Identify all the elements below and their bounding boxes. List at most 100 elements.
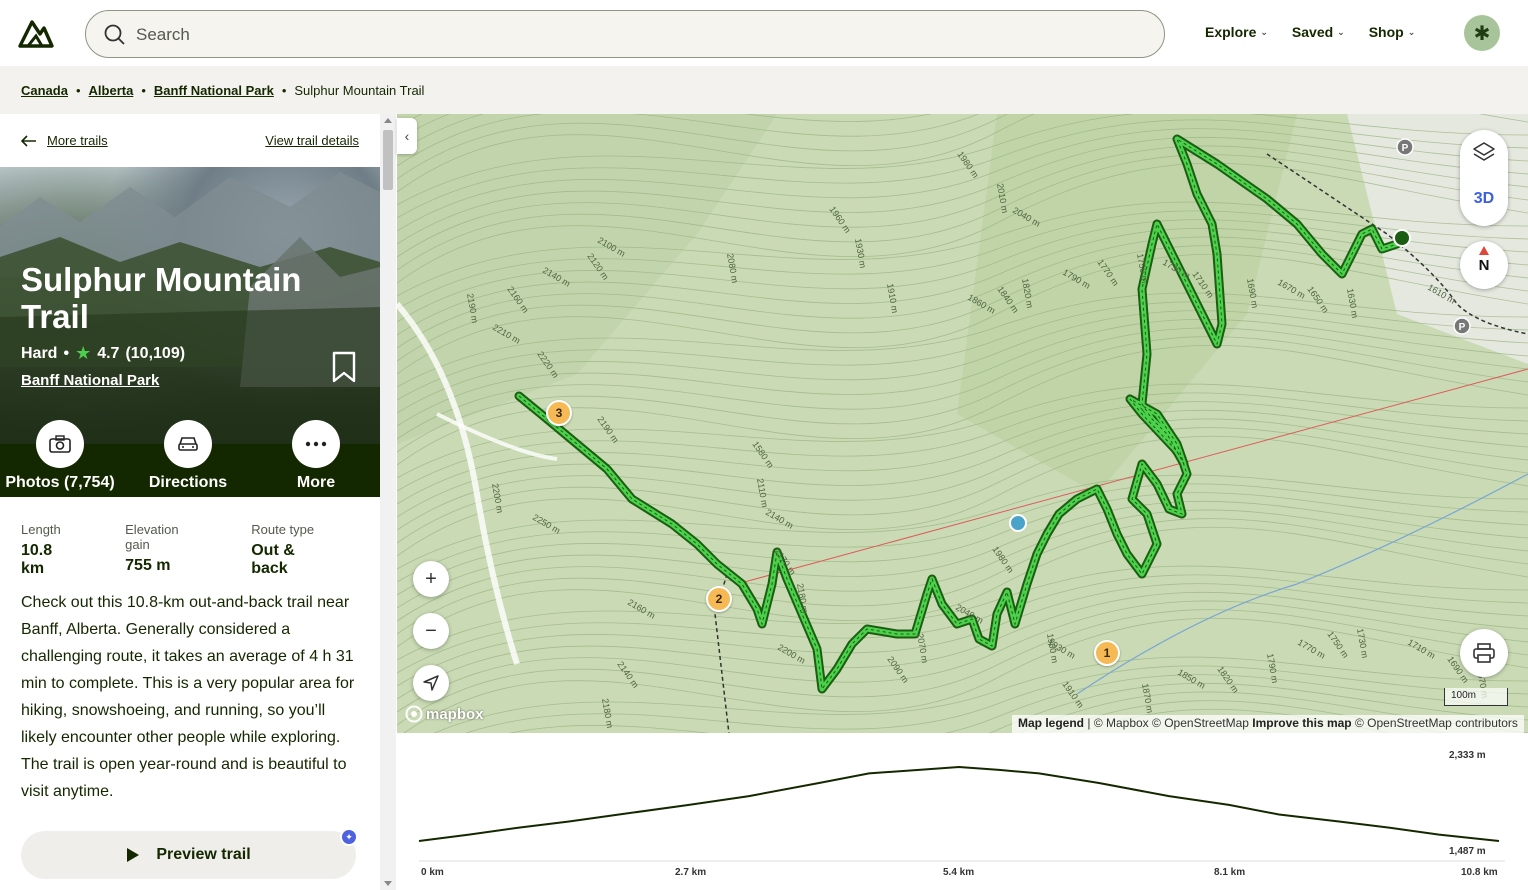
directions-label: Directions bbox=[148, 474, 228, 491]
nav-saved[interactable]: Saved ⌄ bbox=[1292, 24, 1345, 40]
trail-description: Check out this 10.8-km out-and-back trai… bbox=[21, 594, 355, 800]
top-navigation: Explore⌄ Saved⌄ Shop⌄ ✱ bbox=[0, 0, 1528, 66]
nav-explore[interactable]: Explore ⌄ bbox=[1205, 24, 1268, 40]
nav-saved-label: Saved bbox=[1291, 24, 1334, 40]
breadcrumb-separator: • bbox=[281, 82, 287, 98]
3d-toggle-button[interactable]: 3D bbox=[1460, 190, 1508, 208]
x-tick-2: 5.4 km bbox=[943, 867, 975, 878]
scroll-thumb[interactable] bbox=[383, 130, 393, 190]
svg-text:P: P bbox=[1402, 143, 1409, 154]
location-dot bbox=[1009, 514, 1027, 532]
chevron-down-icon: ⌄ bbox=[1337, 26, 1345, 37]
waypoint-marker-1[interactable]: 1 bbox=[1094, 640, 1120, 666]
elevation-min-label: 1,487 m bbox=[1449, 846, 1486, 857]
print-button[interactable] bbox=[1460, 629, 1508, 677]
compass-label: N bbox=[1478, 257, 1490, 274]
stat-elevation-label: Elevation gain bbox=[125, 522, 179, 552]
breadcrumb-alberta[interactable]: Alberta bbox=[89, 83, 134, 98]
stat-elevation: Elevation gain 755 m bbox=[125, 522, 203, 578]
compass-needle-icon bbox=[1479, 246, 1489, 255]
breadcrumb-separator: • bbox=[141, 82, 146, 98]
map-style-controls: 3D bbox=[1460, 130, 1508, 226]
directions-button[interactable]: Directions bbox=[128, 420, 248, 492]
printer-icon bbox=[1473, 643, 1495, 663]
preview-trail-button[interactable]: Preview trail bbox=[21, 831, 356, 879]
x-tick-0: 0 km bbox=[421, 867, 444, 878]
collapse-panel-button[interactable]: ‹ bbox=[397, 118, 417, 154]
park-link[interactable]: Banff National Park bbox=[21, 372, 159, 389]
mapbox-attribution[interactable]: © Mapbox bbox=[1094, 716, 1149, 730]
x-tick-3: 8.1 km bbox=[1214, 867, 1246, 878]
more-button[interactable]: More bbox=[256, 420, 376, 492]
scroll-down-icon[interactable] bbox=[384, 881, 392, 886]
review-count[interactable]: (10,109) bbox=[125, 345, 185, 363]
stat-length-value: 10.8 km bbox=[21, 542, 53, 577]
zoom-out-button[interactable]: − bbox=[413, 613, 449, 649]
x-tick-1: 2.7 km bbox=[675, 867, 707, 878]
improve-map-link[interactable]: Improve this map bbox=[1252, 716, 1351, 730]
nav-explore-label: Explore bbox=[1205, 24, 1257, 40]
breadcrumb-current: Sulphur Mountain Trail bbox=[294, 82, 425, 98]
elevation-profile[interactable]: 2,333 m 1,487 m 0 km 2.7 km 5.4 km 8.1 k… bbox=[397, 733, 1528, 890]
view-trail-details-link[interactable]: View trail details bbox=[265, 133, 359, 148]
breadcrumb-banff[interactable]: Banff National Park bbox=[154, 83, 274, 98]
scroll-up-icon[interactable] bbox=[384, 118, 392, 123]
mapbox-logo[interactable]: mapbox bbox=[405, 705, 484, 723]
chevron-down-icon: ⌄ bbox=[1260, 26, 1268, 37]
chevron-down-icon: ⌄ bbox=[1407, 26, 1416, 37]
stat-length-label: Length bbox=[21, 522, 61, 537]
locate-me-button[interactable] bbox=[413, 665, 449, 701]
stat-length: Length 10.8 km bbox=[21, 522, 77, 578]
panel-scrollbar[interactable] bbox=[380, 114, 396, 890]
mapbox-label: mapbox bbox=[426, 705, 484, 723]
compass-button[interactable]: N bbox=[1460, 241, 1508, 289]
search-input[interactable] bbox=[136, 23, 1036, 47]
nav-shop-label: Shop bbox=[1368, 24, 1404, 40]
plus-badge-icon: ✦ bbox=[340, 828, 358, 846]
user-avatar[interactable]: ✱ bbox=[1464, 15, 1500, 51]
photos-button[interactable]: Photos (7,754) bbox=[0, 420, 120, 492]
chevron-left-icon: ‹ bbox=[404, 128, 410, 144]
search-bar[interactable] bbox=[85, 10, 1165, 58]
mapbox-icon bbox=[405, 705, 423, 723]
trail-map[interactable]: P P 1980 m 2010 m 2040 m 1960 m 1930 m 2100 m… bbox=[397, 114, 1528, 733]
osm-contributors[interactable]: © OpenStreetMap contributors bbox=[1355, 716, 1518, 730]
stat-elevation-value: 755 m bbox=[125, 557, 171, 574]
zoom-in-button[interactable]: + bbox=[413, 561, 449, 597]
nav-shop[interactable]: Shop ⌄ bbox=[1369, 24, 1416, 40]
x-tick-4: 10.8 km bbox=[1461, 867, 1498, 878]
alltrails-logo-icon[interactable] bbox=[18, 18, 54, 48]
waypoint-marker-2[interactable]: 2 bbox=[706, 586, 732, 612]
meta-separator: • bbox=[63, 344, 70, 362]
elevation-line bbox=[418, 765, 1500, 842]
stat-route-type-label: Route type bbox=[251, 522, 315, 537]
elevation-max-label: 2,333 m bbox=[1449, 750, 1486, 761]
svg-text:P: P bbox=[1459, 322, 1466, 333]
osm-attribution[interactable]: © OpenStreetMap bbox=[1152, 716, 1249, 730]
layers-icon[interactable] bbox=[1472, 140, 1496, 164]
minus-icon: − bbox=[425, 619, 437, 642]
trail-title: Sulphur Mountain Trail bbox=[21, 261, 302, 335]
breadcrumb-separator: • bbox=[75, 82, 81, 98]
car-icon bbox=[178, 437, 198, 451]
breadcrumb: Canada • Alberta • Banff National Park •… bbox=[0, 66, 1528, 114]
breadcrumb-canada[interactable]: Canada bbox=[21, 83, 68, 98]
plus-icon: + bbox=[425, 567, 437, 590]
navigation-arrow-icon bbox=[423, 675, 439, 691]
more-icon bbox=[305, 441, 327, 447]
star-icon: ★ bbox=[75, 343, 92, 363]
arrow-left-icon bbox=[21, 134, 36, 147]
rating-value: 4.7 bbox=[97, 344, 120, 362]
photos-label: Photos (7,754) bbox=[5, 474, 115, 491]
stat-route-type: Route type Out & back bbox=[251, 522, 332, 578]
more-trails-link[interactable]: More trails bbox=[21, 133, 108, 148]
more-trails-label: More trails bbox=[47, 133, 108, 148]
map-legend-link[interactable]: Map legend bbox=[1018, 716, 1084, 730]
action-bar: Photos (7,754) Directions More bbox=[0, 420, 380, 497]
stat-route-type-value: Out & back bbox=[251, 542, 295, 577]
waypoint-marker-3[interactable]: 3 bbox=[546, 400, 572, 426]
trail-meta: Hard • ★ 4.7 (10,109) bbox=[21, 343, 185, 364]
more-label: More bbox=[296, 474, 336, 491]
bookmark-icon[interactable] bbox=[330, 351, 358, 383]
difficulty-label: Hard bbox=[21, 344, 58, 362]
